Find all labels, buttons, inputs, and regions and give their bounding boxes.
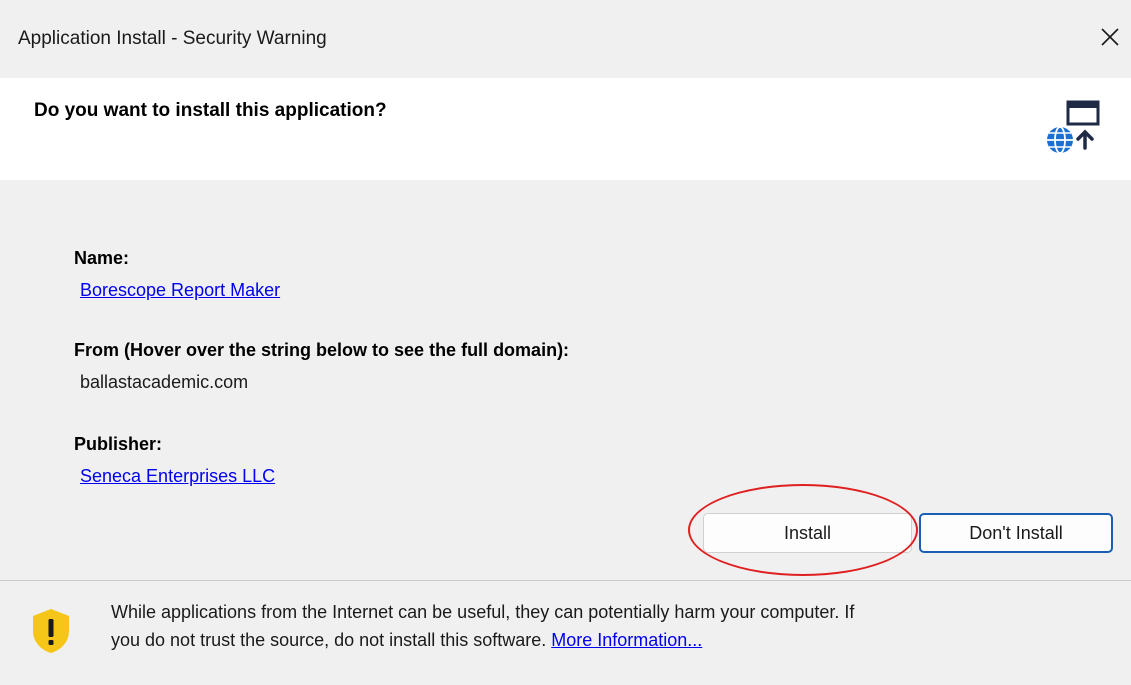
warning-line-1: While applications from the Internet can… bbox=[111, 602, 855, 622]
name-label: Name: bbox=[74, 248, 130, 268]
warning-line-2: you do not trust the source, do not inst… bbox=[111, 630, 547, 650]
dialog-header: Do you want to install this application? bbox=[0, 78, 1131, 180]
warning-message: While applications from the Internet can… bbox=[111, 598, 1111, 654]
title-bar: Application Install - Security Warning bbox=[0, 0, 1131, 78]
install-button[interactable]: Install bbox=[703, 513, 912, 553]
more-information-link[interactable]: More Information... bbox=[551, 630, 702, 650]
globe-download-icon bbox=[1047, 100, 1100, 154]
publisher-link[interactable]: Seneca Enterprises LLC bbox=[80, 466, 275, 487]
close-button[interactable] bbox=[1098, 25, 1122, 49]
install-question: Do you want to install this application? bbox=[34, 100, 387, 121]
close-icon bbox=[1101, 28, 1119, 46]
publisher-label: Publisher: bbox=[74, 434, 163, 454]
details-panel: Name: Borescope Report Maker From (Hover… bbox=[0, 180, 1131, 580]
security-warning-dialog: Application Install - Security Warning D… bbox=[0, 0, 1131, 685]
window-title: Application Install - Security Warning bbox=[18, 28, 327, 49]
from-label: From (Hover over the string below to see… bbox=[74, 340, 570, 360]
warning-footer: While applications from the Internet can… bbox=[0, 581, 1131, 685]
shield-warning-icon bbox=[33, 609, 69, 653]
dont-install-button[interactable]: Don't Install bbox=[919, 513, 1113, 553]
app-name-link[interactable]: Borescope Report Maker bbox=[80, 280, 280, 301]
from-domain[interactable]: ballastacademic.com bbox=[80, 372, 248, 393]
